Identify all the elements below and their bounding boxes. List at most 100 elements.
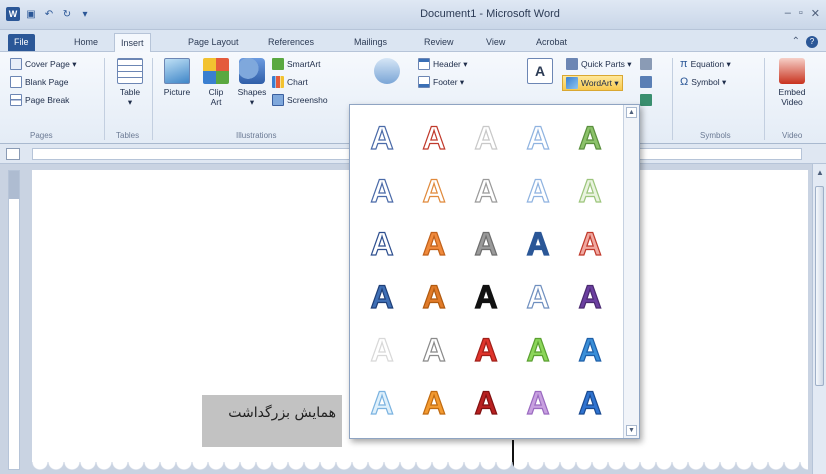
omega-icon: Ω [680,76,689,88]
wordart-style-2[interactable]: A [408,111,460,164]
wordart-style-24[interactable]: A [512,323,564,376]
page-break-button[interactable]: Page Break [10,94,69,106]
wordart-style-6[interactable]: A [356,164,408,217]
quick-access-toolbar: W ▣ ↶ ↻ ▾ [6,7,92,21]
selected-text[interactable]: همایش بزرگداشت [202,395,342,447]
clip-art-icon [203,58,229,84]
vertical-scrollbar[interactable]: ▲ [812,164,826,474]
wordart-style-16[interactable]: A [356,270,408,323]
signature-line-button[interactable] [640,58,652,70]
cover-page-button[interactable]: Cover Page ▾ [10,58,77,70]
maximize-button[interactable]: ▫ [799,7,803,20]
scroll-up-icon[interactable]: ▲ [816,168,824,177]
wordart-style-28[interactable]: A [460,376,512,429]
date-time-icon [640,76,652,88]
symbol-button[interactable]: Ω Symbol ▾ [680,76,726,88]
embed-video-icon [779,58,805,84]
wordart-style-3[interactable]: A [460,111,512,164]
customize-toolbar-icon[interactable]: ▾ [78,7,92,21]
quick-parts-icon [566,58,578,70]
tab-mailings[interactable]: Mailings [348,35,393,50]
wordart-style-30[interactable]: A [564,376,616,429]
group-separator [152,58,153,140]
gallery-scroll-down-icon[interactable]: ▼ [626,425,637,436]
close-button[interactable]: ✕ [811,7,820,20]
wordart-style-7[interactable]: A [408,164,460,217]
equation-icon: π [680,58,688,70]
wordart-style-19[interactable]: A [512,270,564,323]
help-icon[interactable]: ? [806,36,818,48]
chart-button[interactable]: Chart [272,76,308,88]
wordart-style-5[interactable]: A [564,111,616,164]
screenshot-button[interactable]: Screensho [272,94,328,106]
equation-button[interactable]: π Equation ▾ [680,58,731,70]
wordart-style-21[interactable]: A [356,323,408,376]
table-button[interactable]: Table ▾ [112,58,148,107]
table-icon [117,58,143,84]
word-logo-icon[interactable]: W [6,7,20,21]
tab-references[interactable]: References [262,35,320,50]
shapes-button[interactable]: Shapes ▾ [234,58,270,107]
tab-home[interactable]: Home [68,35,104,50]
wordart-style-27[interactable]: A [408,376,460,429]
object-icon [640,94,652,106]
wordart-style-22[interactable]: A [408,323,460,376]
picture-button[interactable]: Picture [158,58,196,97]
tab-acrobat[interactable]: Acrobat [530,35,573,50]
group-label-symbols: Symbols [700,131,731,140]
chart-icon [272,76,284,88]
picture-icon [164,58,190,84]
wordart-style-15[interactable]: A [564,217,616,270]
wordart-style-1[interactable]: A [356,111,408,164]
wordart-button[interactable]: WordArt ▾ [562,75,623,91]
wordart-style-18[interactable]: A [460,270,512,323]
wordart-style-4[interactable]: A [512,111,564,164]
wordart-style-26[interactable]: A [356,376,408,429]
embed-video-button[interactable]: Embed Video [772,58,812,107]
wordart-style-20[interactable]: A [564,270,616,323]
text-box-icon: A [527,58,553,84]
wordart-style-14[interactable]: A [512,217,564,270]
smartart-button[interactable]: SmartArt [272,58,321,70]
window-controls: – ▫ ✕ [785,7,820,20]
minimize-button[interactable]: – [785,7,791,20]
scrollbar-thumb[interactable] [815,186,824,386]
wordart-style-29[interactable]: A [512,376,564,429]
blank-page-button[interactable]: Blank Page [10,76,68,88]
gallery-scroll-up-icon[interactable]: ▲ [626,107,637,118]
redo-icon[interactable]: ↻ [60,7,74,21]
gallery-scrollbar[interactable]: ▲ ▼ [623,105,639,438]
save-icon[interactable]: ▣ [24,7,38,21]
tab-file[interactable]: File [8,34,35,51]
wordart-style-13[interactable]: A [460,217,512,270]
header-button[interactable]: Header ▾ [418,58,468,70]
object-button[interactable] [640,94,652,106]
ribbon-tabs: File Home Insert Page Layout References … [0,30,826,53]
tab-insert[interactable]: Insert [114,33,151,53]
group-label-video: Video [782,131,803,140]
wordart-style-11[interactable]: A [356,217,408,270]
group-separator [764,58,765,140]
page-break-icon [10,94,22,106]
wordart-style-25[interactable]: A [564,323,616,376]
window-title: Document1 - Microsoft Word [420,8,560,20]
wordart-style-8[interactable]: A [460,164,512,217]
wordart-style-12[interactable]: A [408,217,460,270]
wordart-style-23[interactable]: A [460,323,512,376]
links-button[interactable] [372,58,402,87]
undo-icon[interactable]: ↶ [42,7,56,21]
wordart-style-9[interactable]: A [512,164,564,217]
wordart-style-10[interactable]: A [564,164,616,217]
tab-selector[interactable] [6,148,20,160]
text-box-button[interactable]: A [526,58,554,87]
tab-view[interactable]: View [480,35,511,50]
tab-review[interactable]: Review [418,35,460,50]
minimize-ribbon-icon[interactable]: ⌃ [792,36,800,48]
tab-page-layout[interactable]: Page Layout [182,35,245,50]
date-time-button[interactable] [640,76,652,88]
page-torn-edge [32,462,808,474]
quick-parts-button[interactable]: Quick Parts ▾ [566,58,632,70]
wordart-style-17[interactable]: A [408,270,460,323]
clip-art-button[interactable]: Clip Art [200,58,232,107]
footer-button[interactable]: Footer ▾ [418,76,464,88]
